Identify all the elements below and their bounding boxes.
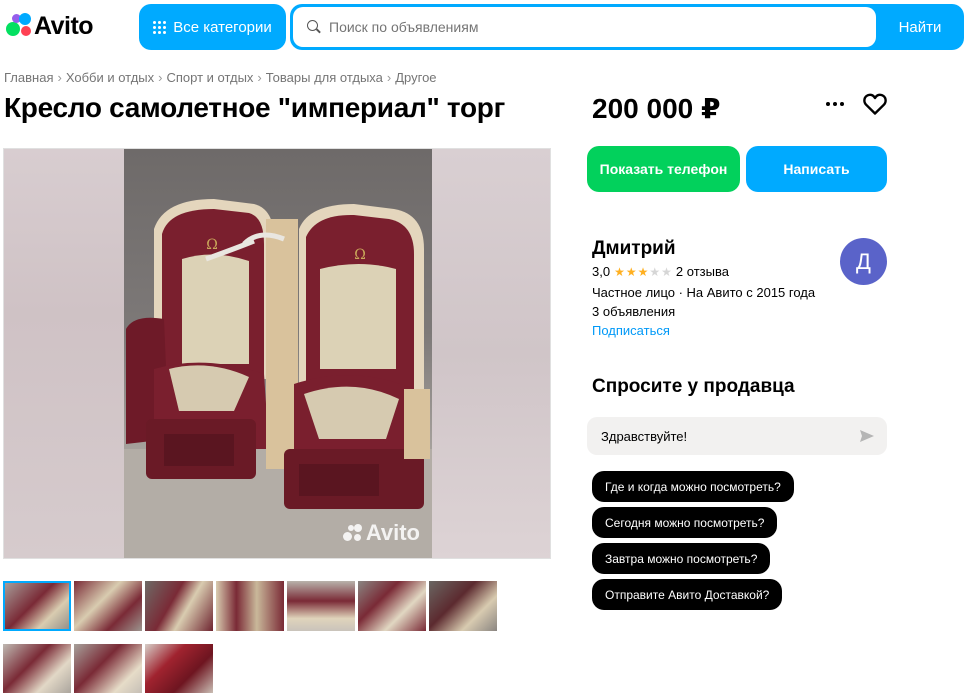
thumbnail[interactable] [145, 644, 213, 693]
avito-logo[interactable]: Avito [4, 10, 94, 42]
watermark-dots-icon [342, 524, 363, 542]
grid-icon [153, 20, 167, 34]
rating-stars: ★ ★ ★ ★ ★ [614, 265, 672, 279]
listing-price: 200 000 ₽ [592, 93, 721, 124]
chevron-right-icon: › [257, 70, 262, 85]
chevron-right-icon: › [158, 70, 163, 85]
chevron-right-icon: › [57, 70, 62, 85]
seller-type-since: Частное лицо · На Авито с 2015 года [592, 285, 816, 300]
search-field[interactable] [293, 7, 876, 47]
thumbnail[interactable] [216, 581, 284, 631]
photo-image: Ω Ω [124, 149, 432, 558]
thumbnail[interactable] [145, 581, 213, 631]
ask-seller-title: Спросите у продавца [592, 376, 795, 397]
message-input[interactable] [601, 428, 841, 444]
breadcrumb-item-leisure-goods[interactable]: Товары для отдыха [266, 70, 383, 85]
breadcrumb-item-home[interactable]: Главная [4, 70, 53, 85]
logo-dots-icon [4, 12, 32, 40]
star-icon: ★ [637, 264, 649, 279]
quick-question-chip[interactable]: Завтра можно посмотреть? [592, 543, 771, 574]
breadcrumb: Главная › Хобби и отдых › Спорт и отдых … [4, 70, 437, 85]
chevron-right-icon: › [386, 70, 392, 85]
quick-question-chip[interactable]: Сегодня можно посмотреть? [592, 507, 778, 538]
breadcrumb-item-hobby[interactable]: Хобби и отдых [66, 70, 154, 85]
seller-ads-count[interactable]: 3 объявления [592, 304, 675, 319]
write-message-button[interactable]: Написать [746, 146, 887, 192]
quick-question-chip[interactable]: Где и когда можно посмотреть? [592, 471, 794, 502]
photo-blur-left [4, 149, 124, 558]
more-options-icon[interactable] [823, 94, 847, 114]
breadcrumb-item-sport[interactable]: Спорт и отдых [166, 70, 253, 85]
all-categories-button[interactable]: Все категории [139, 4, 286, 50]
photo-blur-right [430, 149, 550, 558]
star-icon: ★ [614, 264, 625, 279]
rating-value: 3,0 [592, 264, 611, 279]
reviews-link[interactable]: 2 отзыва [676, 264, 729, 279]
breadcrumb-item-other[interactable]: Другое [395, 70, 436, 85]
message-field[interactable] [587, 417, 887, 455]
search-bar: Найти [290, 4, 964, 50]
svg-text:Ω: Ω [354, 247, 366, 263]
thumbnail[interactable] [74, 644, 142, 693]
search-icon [307, 20, 321, 34]
logo-text: Avito [34, 11, 94, 40]
avatar[interactable]: Д [840, 238, 887, 285]
seller-name[interactable]: Дмитрий [592, 238, 676, 260]
avito-watermark: Avito [342, 520, 420, 546]
thumbnail[interactable] [74, 581, 142, 631]
seller-rating: 3,0 ★ ★ ★ ★ ★ 2 отзыва [592, 264, 729, 279]
svg-text:Ω: Ω [206, 237, 218, 253]
thumbnail[interactable] [358, 581, 426, 631]
watermark-text: Avito [365, 520, 420, 545]
show-phone-button[interactable]: Показать телефон [587, 146, 740, 192]
send-icon[interactable] [859, 428, 875, 444]
listing-title: Кресло самолетное "империал" торг [4, 92, 505, 123]
thumbnail[interactable] [3, 644, 71, 693]
star-icon: ★ [625, 264, 637, 279]
search-input[interactable] [329, 19, 869, 35]
subscribe-link[interactable]: Подписаться [592, 323, 670, 338]
search-button[interactable]: Найти [876, 4, 964, 50]
thumbnail[interactable] [429, 581, 497, 631]
main-photo[interactable]: Ω Ω Avito [3, 148, 551, 559]
thumbnail[interactable] [287, 581, 355, 631]
airplane-seats-image: Ω Ω [124, 199, 432, 558]
star-icon: ★ [649, 264, 661, 279]
thumbnail[interactable] [3, 581, 71, 631]
star-icon: ★ [661, 264, 672, 279]
all-categories-label: Все категории [173, 18, 272, 36]
heart-icon[interactable] [862, 92, 888, 116]
quick-question-chip[interactable]: Отправите Авито Доставкой? [592, 579, 783, 610]
